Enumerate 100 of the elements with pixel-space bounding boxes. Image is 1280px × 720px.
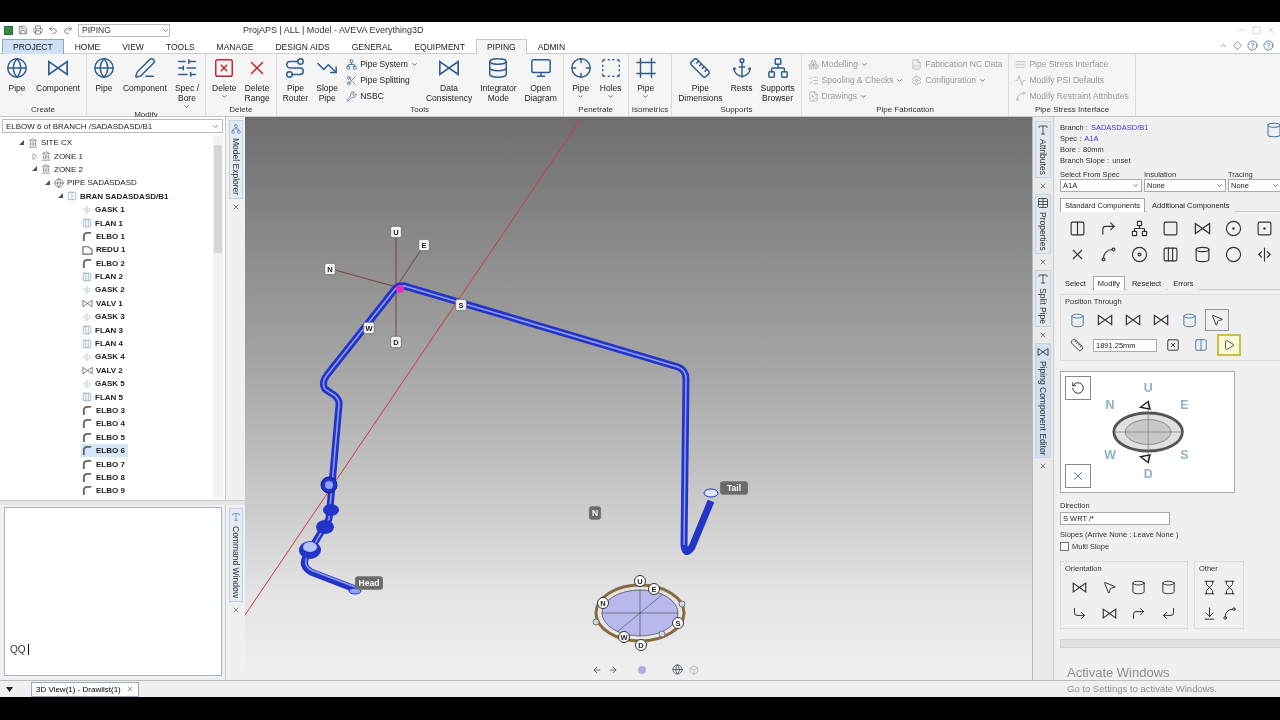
ribbon-button[interactable]: Pipe Splitting	[346, 73, 418, 87]
ribbon-button[interactable]: Component	[33, 57, 83, 93]
tree-item[interactable]: FLAN 1	[81, 216, 126, 230]
tree-item[interactable]: GASK 5	[81, 377, 128, 391]
ribbon-button[interactable]: Pipe Router	[279, 57, 312, 103]
ribbon-button[interactable]: Supports Browser	[757, 57, 798, 103]
tree-item[interactable]: ELBO 9	[81, 484, 128, 498]
columns-icon	[1069, 219, 1087, 237]
ribbon-button[interactable]: Integrator Mode	[477, 57, 520, 103]
tree-item[interactable]: PIPE SADASDASD	[44, 176, 140, 190]
globe-icon	[54, 177, 64, 188]
diamond-icon	[1233, 41, 1242, 50]
building-icon	[41, 151, 51, 162]
ribbon-tab[interactable]: EQUIPMENT	[403, 39, 476, 54]
ribbon-button[interactable]: Open Diagram	[521, 57, 560, 103]
caret-icon	[1132, 182, 1139, 189]
tree-item[interactable]: ELBO 4	[81, 417, 128, 431]
disc-icon	[1131, 245, 1149, 263]
corner-arrow-icon	[1131, 605, 1147, 621]
letter-icon	[1037, 272, 1049, 285]
tree-item[interactable]: ELBO 7	[81, 457, 128, 471]
tree-item[interactable]: FLAN 2	[81, 269, 126, 284]
ribbon-tab[interactable]: MANAGE	[205, 39, 265, 54]
help-icon	[1263, 40, 1274, 51]
elbow-icon	[82, 445, 93, 457]
tree-item[interactable]: ZONE 2	[31, 162, 86, 177]
side-tab[interactable]: Model Explorer	[228, 120, 243, 200]
rotate-button[interactable]	[1065, 376, 1091, 400]
side-tab[interactable]: Properties	[1035, 193, 1051, 254]
side-tab[interactable]: Piping Component Editor	[1035, 342, 1051, 459]
ribbon-button[interactable]: Pipe	[89, 57, 118, 93]
cylinder-icon	[1131, 579, 1147, 595]
tree-item[interactable]: VALV 1	[81, 296, 126, 311]
ribbon-tab[interactable]: PROJECT	[2, 39, 64, 54]
tree-item[interactable]: ELBO 8	[81, 470, 128, 485]
tree-item[interactable]: ZONE 1	[31, 149, 86, 163]
group-label: Pipe Stress Interface	[1033, 105, 1111, 116]
ribbon-button[interactable]: Spec / Bore	[171, 57, 202, 110]
elbow-icon	[82, 418, 93, 430]
tree-item[interactable]: FLAN 5	[81, 390, 126, 404]
ribbon-button[interactable]: Rests	[727, 57, 756, 93]
valve-icon	[1072, 579, 1088, 595]
ribbon-tab[interactable]: DESIGN AIDS	[264, 39, 341, 54]
ribbon-tab[interactable]: HOME	[63, 39, 112, 54]
ribbon-button[interactable]: Pipe Dimensions	[675, 57, 726, 103]
tree-item[interactable]: GASK 3	[81, 310, 128, 324]
side-tab[interactable]: Split Pipe	[1035, 269, 1051, 327]
apply-button[interactable]	[1217, 334, 1241, 356]
circle-dot-icon	[1224, 219, 1242, 237]
tree-item[interactable]: BRAN SADASDASD/B1	[57, 189, 172, 203]
caret-icon	[1216, 182, 1223, 189]
ribbon-button[interactable]: Data Consistency	[422, 57, 476, 103]
ribbon-button[interactable]: Pipe	[631, 57, 660, 100]
tree-item[interactable]: ELBO 5	[81, 430, 128, 444]
valve-icon	[1097, 312, 1113, 328]
columns-icon	[1194, 338, 1208, 352]
command-input[interactable]: QQ	[10, 644, 29, 655]
valve-icon	[1125, 312, 1141, 328]
ribbon-tab[interactable]: GENERAL	[340, 39, 404, 54]
tree-item[interactable]: ELBO 6	[81, 444, 128, 458]
separator-icon	[82, 378, 92, 389]
ribbon-button[interactable]: Pipe	[3, 57, 31, 93]
tree-item[interactable]: GASK 4	[81, 350, 128, 364]
workspace-combo[interactable]: PIPING	[78, 23, 170, 37]
ribbon-button[interactable]: NSBC	[346, 89, 418, 103]
tree-item[interactable]: REDU 1	[81, 243, 129, 257]
valve-icon	[1037, 345, 1049, 358]
side-tab[interactable]: Attributes	[1035, 121, 1051, 178]
tree-item[interactable]: FLAN 4	[81, 336, 126, 351]
rotate-icon	[1071, 381, 1085, 395]
maximize-icon	[1252, 25, 1261, 35]
cancel-button[interactable]	[1065, 464, 1091, 488]
ribbon-tab[interactable]: TOOLS	[154, 39, 206, 54]
ribbon-button[interactable]: Pipe System	[346, 57, 418, 71]
tree-item[interactable]: GASK 2	[81, 283, 128, 297]
tree-item[interactable]: SITE CX	[18, 136, 76, 150]
ribbon-button[interactable]: Delete Range	[241, 57, 273, 103]
ribbon-tab[interactable]: PIPING	[475, 39, 527, 54]
scrollbar-thumb[interactable]	[214, 145, 222, 253]
close-icon	[1039, 330, 1047, 339]
ribbon-button[interactable]: Slope Pipe	[313, 57, 342, 103]
path-combo[interactable]: ELBOW 6 of BRANCH /SADASDASD/B1	[2, 119, 223, 133]
trapezoid-icon	[82, 244, 93, 256]
code-file-icon	[911, 58, 923, 70]
tree-item[interactable]: GASK 1	[81, 202, 128, 217]
ribbon-tab[interactable]: VIEW	[111, 39, 155, 54]
tree-item[interactable]: ELBO 1	[81, 229, 128, 244]
ribbon-tab[interactable]: ADMIN	[526, 39, 577, 54]
tree-item[interactable]: ELBO 2	[81, 256, 128, 270]
ribbon-button[interactable]: Holes	[596, 57, 625, 100]
tree-item[interactable]: ELBO 3	[81, 403, 128, 418]
tree-item[interactable]: FLAN 3	[81, 323, 126, 337]
ribbon-button[interactable]: Delete	[209, 57, 240, 100]
side-tab[interactable]: Command Window	[228, 508, 243, 602]
checkbox[interactable]	[1060, 542, 1069, 551]
ribbon-button[interactable]: Component	[119, 57, 170, 93]
document-tab[interactable]: 3D View(1) - Drawlist(1)	[31, 681, 139, 697]
ribbon-button[interactable]: Pipe	[566, 57, 595, 100]
pick-button[interactable]	[1205, 309, 1229, 331]
tree-item[interactable]: VALV 2	[81, 363, 126, 378]
